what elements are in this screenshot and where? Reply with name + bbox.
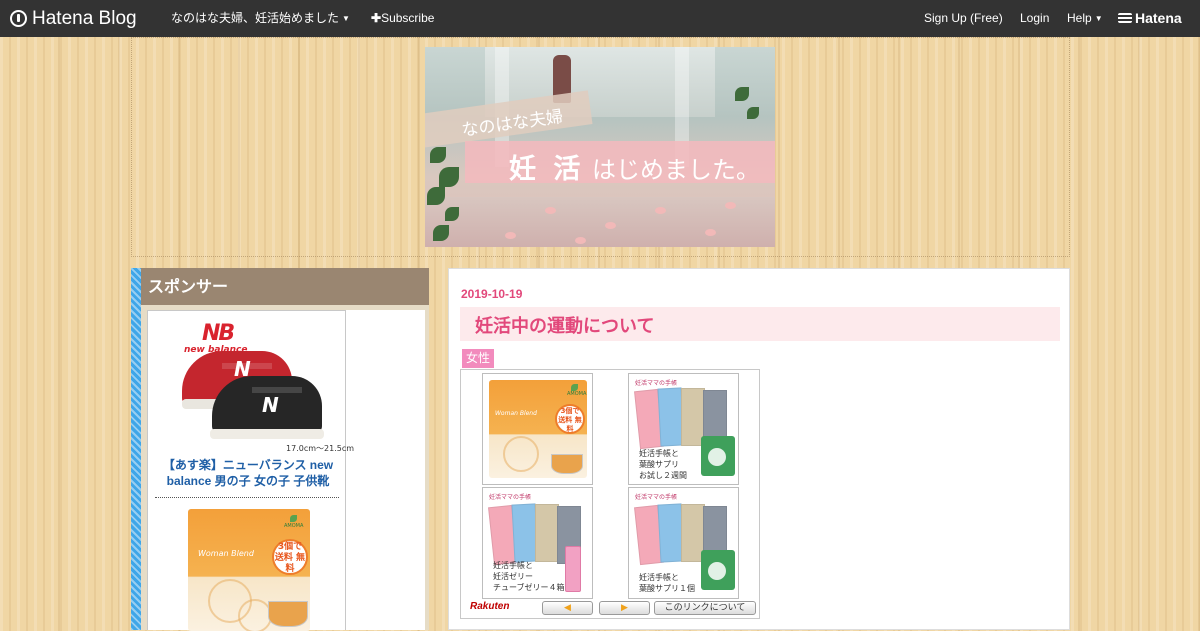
tea-cup: [551, 454, 583, 474]
banner-petal: [605, 222, 616, 229]
ad-size-text: 17.0cm～21.5cm: [286, 444, 355, 453]
subscribe-button[interactable]: ✚Subscribe: [371, 0, 434, 37]
next-button[interactable]: ▶: [599, 601, 650, 615]
banner-leaf: [427, 187, 445, 205]
pack-swirl: [503, 436, 539, 472]
black-shoe-sole: [210, 429, 324, 439]
banner-petal: [725, 202, 736, 209]
banner-title-bold: 妊 活: [509, 154, 585, 185]
hatena-blog-logo-text: Hatena Blog: [32, 8, 137, 29]
product-maker: AMOMA: [567, 391, 587, 397]
ad-image-tea[interactable]: AMOMA Woman Blend 3個で 送料 無料: [188, 509, 310, 631]
hatena-blog-logo[interactable]: Hatena Blog: [10, 0, 137, 37]
product-text: お試し２週間: [639, 471, 687, 480]
tea-cup: [268, 601, 308, 627]
product-text: 妊活手帳と: [493, 561, 533, 570]
sponsor-ad-link[interactable]: 【あす楽】ニューバランス new balance 男の子 女の子 子供靴: [156, 457, 340, 489]
help-label: Help: [1067, 11, 1092, 25]
global-header: Hatena Blog なのはな夫婦、妊活始めました ▼ ✚Subscribe S…: [0, 0, 1200, 37]
free-shipping-badge: 3個で 送料 無料: [555, 404, 585, 434]
arrow-left-icon: ◀: [564, 603, 571, 613]
plus-icon: ✚: [371, 11, 382, 25]
caret-down-icon: ▼: [1094, 14, 1103, 23]
product-text: 葉酸サプリ: [639, 460, 679, 469]
help-menu[interactable]: Help ▼: [1067, 0, 1103, 37]
main-content: 2019-10-19 妊活中の運動について 女性 AMOMA Woman Ble…: [448, 268, 1070, 630]
product-name: Woman Blend: [495, 410, 537, 417]
banner-petal: [505, 232, 516, 239]
sidebar-stripe: [131, 268, 141, 630]
banner-petal: [575, 237, 586, 244]
rakuten-item[interactable]: AMOMA Woman Blend 3個で 送料 無料: [482, 373, 593, 485]
product-text: チューブゼリー４箱: [493, 583, 565, 592]
leaf-logo-icon: [571, 384, 578, 391]
product-header: 妊活ママの手帳: [635, 494, 678, 501]
banner-floor: [425, 197, 775, 247]
rakuten-item[interactable]: 妊活ママの手帳 妊活手帳と 葉酸サプリ お試し２週間: [628, 373, 739, 485]
signup-link[interactable]: Sign Up (Free): [924, 0, 1003, 37]
post-date[interactable]: 2019-10-19: [461, 287, 522, 301]
product-header: 妊活ママの手帳: [489, 494, 532, 501]
subscribe-label: Subscribe: [381, 11, 435, 25]
about-link-button[interactable]: このリンクについて: [654, 601, 756, 615]
ad-product-name: Woman Blend: [198, 549, 254, 558]
supplement-jar: [701, 550, 735, 590]
arrow-right-icon: ▶: [621, 603, 628, 613]
hatena-blog-logo-icon: [10, 10, 27, 27]
pack-swirl: [238, 599, 272, 631]
jelly-tube: [565, 546, 581, 592]
ad-maker-text: AMOMA: [284, 523, 304, 529]
product-text: 妊活手帳と: [639, 573, 679, 582]
sidebar-module-title: スポンサー: [141, 268, 429, 305]
rakuten-item[interactable]: 妊活ママの手帳 妊活手帳と 葉酸サプリ１個: [628, 487, 739, 599]
login-link[interactable]: Login: [1020, 0, 1049, 37]
banner-leaf: [445, 207, 459, 221]
product-image-tea: AMOMA Woman Blend 3個で 送料 無料: [489, 380, 587, 478]
blog-menu-label: なのはな夫婦、妊活始めました: [171, 11, 340, 25]
post-title[interactable]: 妊活中の運動について: [475, 312, 654, 338]
banner-leaf: [430, 147, 446, 163]
blog-menu[interactable]: なのはな夫婦、妊活始めました ▼: [171, 0, 350, 37]
ad-image-shoes[interactable]: NB new balance N N 17.0cm～21.5cm: [182, 321, 354, 453]
category-tag[interactable]: 女性: [462, 349, 495, 368]
sidebar: スポンサー NB new balance N N 17.0cm～21.5cm 【…: [131, 268, 429, 631]
sponsor-module-body: NB new balance N N 17.0cm～21.5cm 【あす楽】ニュ…: [147, 310, 425, 631]
n-logo-icon: N: [262, 393, 279, 417]
new-balance-logo-icon: NB: [202, 321, 235, 346]
hatena-logo-icon: [1118, 13, 1132, 23]
rakuten-logo[interactable]: Rakuten: [470, 601, 509, 612]
banner-leaf: [735, 87, 749, 101]
ad-divider: [155, 497, 339, 498]
free-shipping-badge: 3個で 送料 無料: [272, 539, 308, 575]
banner-title-rest: はじめました。: [584, 156, 761, 184]
banner-petal: [545, 207, 556, 214]
leaf-logo-icon: [290, 515, 297, 522]
sponsor-ad-frame: NB new balance N N 17.0cm～21.5cm 【あす楽】ニュ…: [147, 310, 354, 631]
product-text: 葉酸サプリ１個: [639, 584, 695, 593]
product-header: 妊活ママの手帳: [635, 380, 678, 387]
product-text: 妊活ゼリー: [493, 572, 533, 581]
caret-down-icon: ▼: [342, 14, 350, 23]
banner-title: 妊 活 はじめました。: [509, 147, 760, 186]
prev-button[interactable]: ◀: [542, 601, 593, 615]
supplement-jar: [701, 436, 735, 476]
banner-leaf: [439, 167, 459, 187]
banner-leaf: [747, 107, 759, 119]
blog-banner[interactable]: なのはな夫婦 妊 活 はじめました。: [425, 47, 775, 247]
rakuten-item[interactable]: 妊活ママの手帳 妊活手帳と 妊活ゼリー チューブゼリー４箱: [482, 487, 593, 599]
hatena-logo[interactable]: Hatena: [1118, 0, 1182, 37]
banner-petal: [655, 207, 666, 214]
banner-petal: [705, 229, 716, 236]
hatena-logo-text: Hatena: [1135, 10, 1182, 26]
banner-leaf: [433, 225, 449, 241]
product-text: 妊活手帳と: [639, 449, 679, 458]
rakuten-widget: AMOMA Woman Blend 3個で 送料 無料 妊活ママの手帳 妊活手帳…: [460, 369, 760, 619]
notebook-beige: [535, 504, 559, 562]
